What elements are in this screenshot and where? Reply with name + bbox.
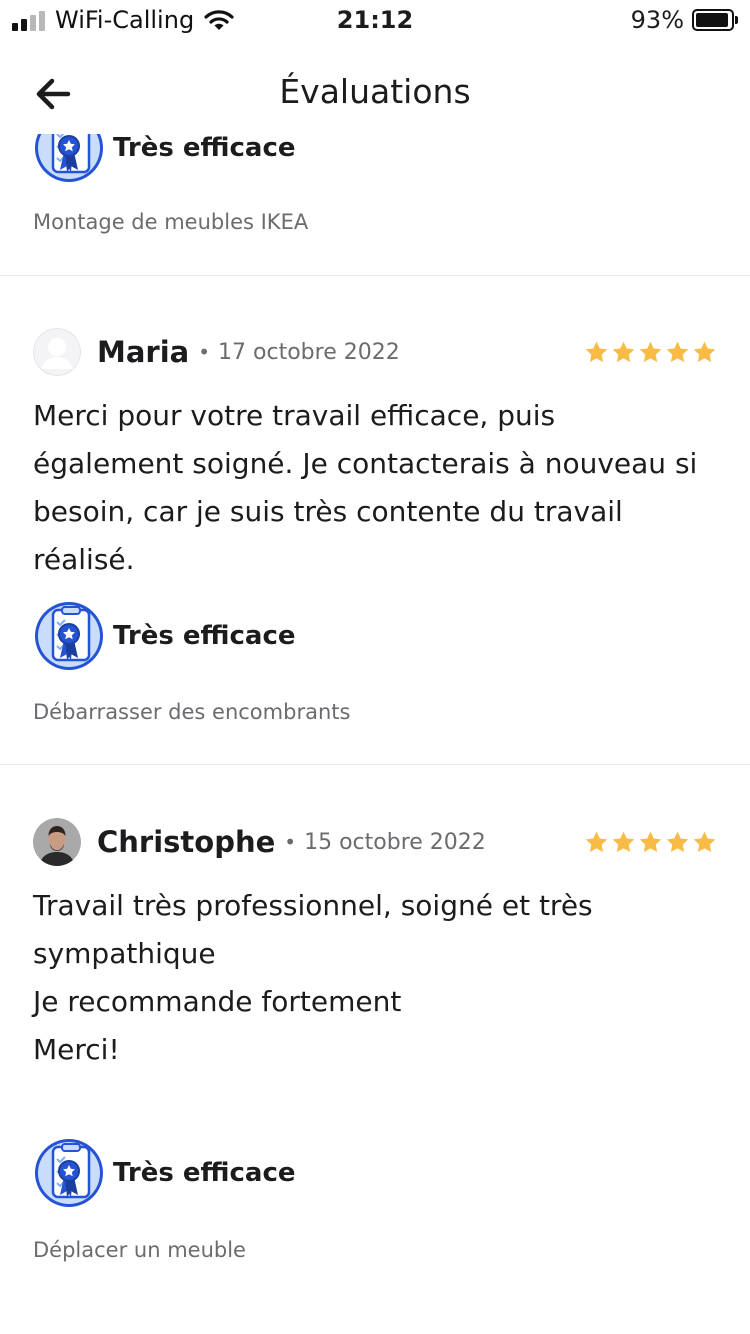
review-text: Merci pour votre travail efficace, puis … — [33, 399, 698, 576]
divider — [0, 275, 750, 276]
star-icon — [638, 830, 663, 855]
service-category: Montage de meubles IKEA — [33, 210, 309, 234]
default-avatar-icon — [33, 328, 81, 376]
star-icon — [584, 830, 609, 855]
reviewer-name: Maria — [97, 335, 190, 369]
efficiency-badge-icon — [33, 600, 105, 672]
service-category: Débarrasser des encombrants — [33, 700, 351, 724]
star-icon — [638, 340, 663, 365]
star-rating — [584, 340, 717, 365]
star-icon — [611, 830, 636, 855]
star-icon — [611, 340, 636, 365]
badge-label: Très efficace — [113, 1158, 296, 1188]
badge-label: Très efficace — [113, 621, 296, 651]
reviewer-name: Christophe — [97, 825, 276, 859]
badge-row: Très efficace — [33, 600, 296, 672]
star-icon — [584, 340, 609, 365]
user-photo-avatar — [33, 818, 81, 866]
battery-icon — [692, 9, 738, 31]
divider — [0, 764, 750, 765]
efficiency-badge-icon — [33, 1137, 105, 1209]
review-header: Maria • 17 octobre 2022 — [33, 328, 717, 376]
star-icon — [692, 830, 717, 855]
page-title: Évaluations — [279, 72, 471, 111]
badge-row: Très efficace — [33, 1137, 296, 1209]
star-icon — [665, 340, 690, 365]
status-bar: WiFi-Calling 21:12 93% — [0, 0, 750, 42]
service-category: Déplacer un meuble — [33, 1238, 246, 1262]
reviews-list[interactable]: Très efficace Montage de meubles IKEA Ma… — [0, 0, 750, 1334]
review-header: Christophe • 15 octobre 2022 — [33, 818, 717, 866]
review-text: Travail très professionnel, soigné et tr… — [33, 889, 593, 1066]
review-date: 17 octobre 2022 — [218, 339, 400, 365]
star-icon — [665, 830, 690, 855]
star-rating — [584, 830, 717, 855]
star-icon — [692, 340, 717, 365]
review-date: 15 octobre 2022 — [304, 829, 486, 855]
battery-percentage: 93% — [630, 6, 684, 34]
separator-dot: • — [284, 830, 297, 854]
badge-label: Très efficace — [113, 133, 296, 163]
nav-header: Évaluations — [0, 42, 750, 134]
separator-dot: • — [198, 340, 211, 364]
